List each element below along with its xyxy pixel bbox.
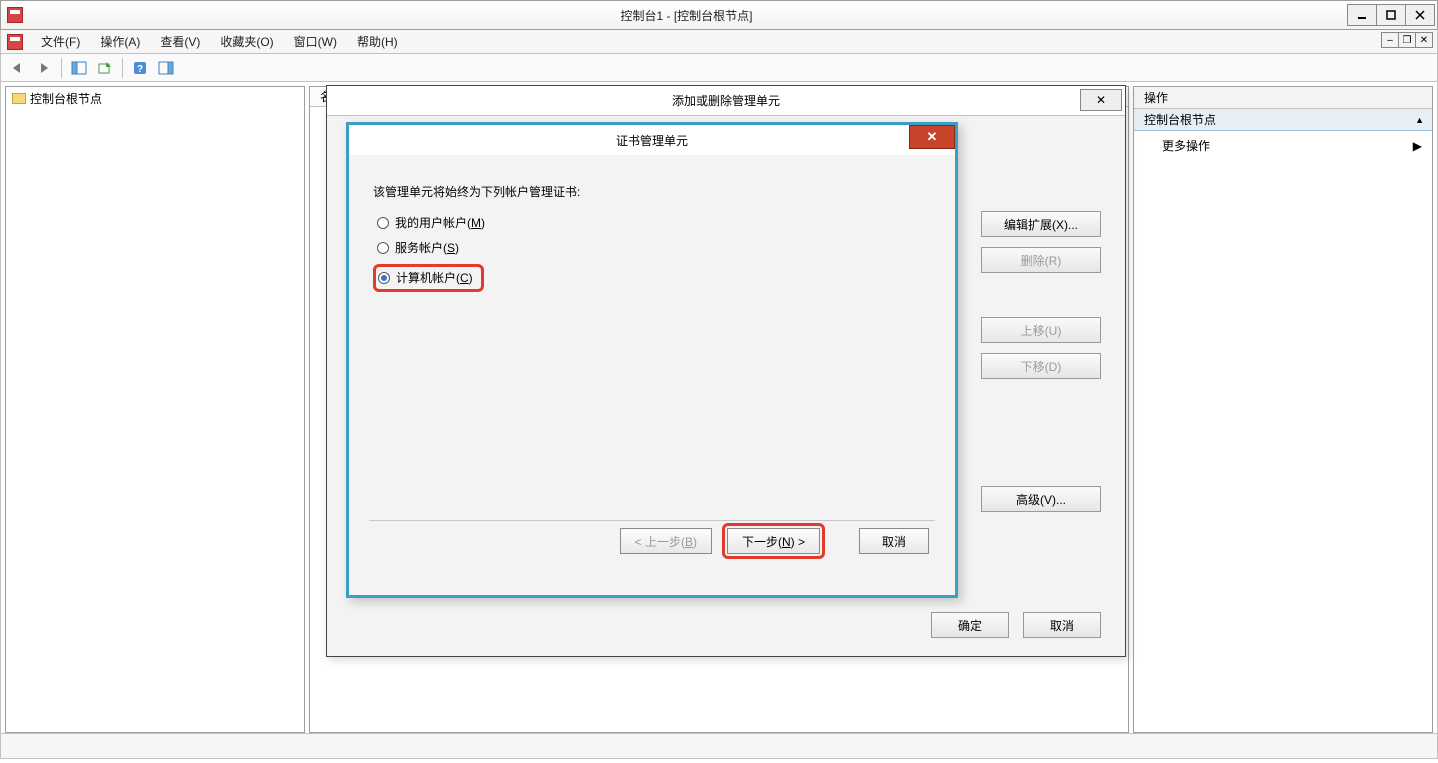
folder-icon [12,93,26,104]
collapse-icon: ▲ [1415,109,1424,131]
certificates-snapin-dialog: 证书管理单元 ✕ 该管理单元将始终为下列帐户管理证书: 我的用户帐户(M) 服务… [346,122,958,598]
minimize-button[interactable] [1347,4,1377,26]
help-button[interactable]: ? [129,57,151,79]
cert-close-button[interactable]: ✕ [909,125,955,149]
menu-window[interactable]: 窗口(W) [284,31,347,53]
actions-more[interactable]: 更多操作 ▶ [1134,131,1432,160]
actions-title: 操作 [1134,87,1432,109]
mdi-close-button[interactable]: ✕ [1415,32,1433,48]
advanced-button[interactable]: 高级(V)... [981,486,1101,512]
radio-computer-account-highlight: 计算机帐户(C) [373,264,484,292]
radio-computer-label: 计算机帐户(C) [396,269,473,286]
separator [369,520,935,521]
snapin-cancel-button[interactable]: 取消 [1023,612,1101,638]
menu-help[interactable]: 帮助(H) [347,31,408,53]
edit-extensions-button[interactable]: 编辑扩展(X)... [981,211,1101,237]
svg-text:?: ? [137,64,143,75]
status-bar [0,733,1438,759]
radio-icon-selected [378,272,390,284]
show-hide-tree-button[interactable] [68,57,90,79]
menu-action[interactable]: 操作(A) [90,31,150,53]
mdi-restore-button[interactable]: ❐ [1398,32,1416,48]
menubar: 文件(F) 操作(A) 查看(V) 收藏夹(O) 窗口(W) 帮助(H) ‒ ❐… [0,30,1438,54]
cert-dialog-title: 证书管理单元 [616,132,688,149]
next-button[interactable]: 下一步(N) > [727,528,820,554]
menu-view[interactable]: 查看(V) [150,31,210,53]
radio-icon [377,242,389,254]
radio-icon [377,217,389,229]
tree-root[interactable]: 控制台根节点 [6,87,304,110]
toolbar: ? [0,54,1438,82]
mmc-icon-small [7,34,23,50]
radio-service-label: 服务帐户(S) [395,239,459,256]
actions-pane: 操作 控制台根节点 ▲ 更多操作 ▶ [1133,86,1433,733]
back-button[interactable] [7,57,29,79]
export-list-button[interactable] [94,57,116,79]
next-button-highlight: 下一步(N) > [722,523,825,559]
cert-heading: 该管理单元将始终为下列帐户管理证书: [373,183,931,200]
actions-section-root[interactable]: 控制台根节点 ▲ [1134,109,1432,131]
close-button[interactable] [1405,4,1435,26]
actions-more-label: 更多操作 [1162,137,1210,154]
show-hide-action-pane-button[interactable] [155,57,177,79]
cert-cancel-button[interactable]: 取消 [859,528,929,554]
forward-button[interactable] [33,57,55,79]
snapin-dialog-title: 添加或删除管理单元 [672,92,780,109]
move-down-button: 下移(D) [981,353,1101,379]
menu-favorites[interactable]: 收藏夹(O) [210,31,283,53]
back-button: < 上一步(B) [620,528,712,554]
mdi-minimize-button[interactable]: ‒ [1381,32,1399,48]
snapin-close-button[interactable]: ✕ [1080,89,1122,111]
chevron-right-icon: ▶ [1413,139,1422,153]
radio-my-user-account[interactable]: 我的用户帐户(M) [377,214,931,231]
maximize-button[interactable] [1376,4,1406,26]
tree-pane: 控制台根节点 [5,86,305,733]
radio-computer-account[interactable]: 计算机帐户(C) [378,269,473,286]
radio-service-account[interactable]: 服务帐户(S) [377,239,931,256]
snapin-ok-button[interactable]: 确定 [931,612,1009,638]
menu-file[interactable]: 文件(F) [31,31,90,53]
outer-titlebar: 控制台1 - [控制台根节点] [0,0,1438,30]
move-up-button: 上移(U) [981,317,1101,343]
mmc-icon [7,7,23,23]
tree-root-label: 控制台根节点 [30,90,102,107]
actions-section-label: 控制台根节点 [1144,109,1216,131]
radio-my-user-label: 我的用户帐户(M) [395,214,485,231]
window-title: 控制台1 - [控制台根节点] [25,7,1348,24]
remove-button: 删除(R) [981,247,1101,273]
